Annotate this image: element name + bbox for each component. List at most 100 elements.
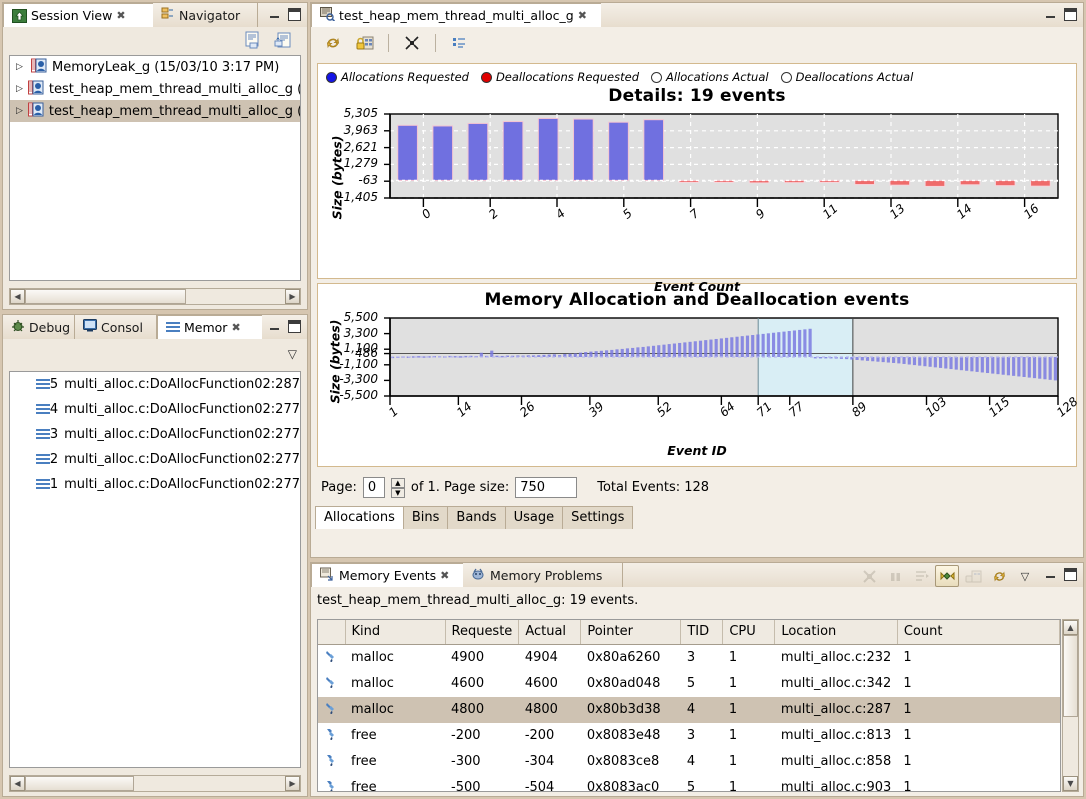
tab-debug[interactable]: Debug: [3, 315, 75, 339]
legend-swatch-deallocations-requested: [481, 72, 492, 83]
expand-arrow-icon[interactable]: ▷: [16, 62, 26, 72]
scroll-thumb[interactable]: [1063, 635, 1078, 717]
header-row: Kind Requeste Actual Pointer TID CPU Loc…: [318, 620, 1060, 644]
table-row[interactable]: free-300-3040x8083ce841multi_alloc.c:858…: [318, 749, 1060, 775]
session-node-icon: [31, 58, 47, 77]
tab-usage[interactable]: Usage: [505, 506, 564, 529]
tab-settings[interactable]: Settings: [562, 506, 633, 529]
minimize-view-button[interactable]: [1044, 568, 1057, 581]
events-tabbar: Memory Events ✖ Memory Problems: [311, 563, 1083, 587]
tab-bands[interactable]: Bands: [447, 506, 505, 529]
col-icon[interactable]: [318, 620, 345, 644]
tab-heap-editor[interactable]: test_heap_mem_thread_multi_alloc_g ✖: [311, 3, 601, 27]
list-item[interactable]: 2 multi_alloc.c:DoAllocFunction02:277: [10, 447, 300, 472]
list-properties-icon[interactable]: [447, 32, 471, 54]
col-cpu[interactable]: CPU: [723, 620, 775, 644]
import-session-icon[interactable]: [241, 29, 265, 51]
close-icon[interactable]: ✖: [116, 9, 125, 22]
scroll-down-button[interactable]: ▼: [1063, 776, 1078, 791]
scroll-thumb[interactable]: [25, 776, 134, 791]
events-table[interactable]: Kind Requeste Actual Pointer TID CPU Loc…: [317, 619, 1061, 792]
list-item[interactable]: 4 multi_alloc.c:DoAllocFunction02:277: [10, 397, 300, 422]
close-icon[interactable]: ✖: [440, 569, 449, 582]
lock-columns-icon[interactable]: [353, 32, 377, 54]
tree-item-0[interactable]: ▷ MemoryLeak_g (15/03/10 3:17 PM): [10, 56, 300, 78]
table-row[interactable]: malloc460046000x80ad04851multi_alloc.c:3…: [318, 671, 1060, 697]
page-number-input[interactable]: [363, 477, 385, 498]
close-icon[interactable]: ✖: [578, 9, 587, 22]
col-location[interactable]: Location: [775, 620, 898, 644]
col-tid[interactable]: TID: [681, 620, 723, 644]
lock-columns-icon[interactable]: [961, 565, 985, 587]
col-actual[interactable]: Actual: [519, 620, 581, 644]
scroll-right-button[interactable]: ▶: [285, 289, 300, 304]
session-tree-hscrollbar[interactable]: ◀ ▶: [9, 288, 301, 305]
link-selection-icon[interactable]: [935, 565, 959, 587]
tree-item-2[interactable]: ▷ test_heap_mem_thread_multi_alloc_g (1: [10, 100, 300, 122]
view-menu-icon[interactable]: ▽: [1013, 565, 1037, 587]
tab-console[interactable]: Consol: [75, 315, 157, 339]
chart-canvas[interactable]: [318, 106, 1063, 261]
tab-memory-events[interactable]: Memory Events ✖: [311, 563, 463, 587]
export-session-icon[interactable]: [271, 29, 295, 51]
col-requested[interactable]: Requeste: [445, 620, 519, 644]
col-pointer[interactable]: Pointer: [581, 620, 681, 644]
minimize-editor-button[interactable]: [1044, 8, 1057, 21]
tab-allocations[interactable]: Allocations: [315, 506, 404, 529]
scroll-up-button[interactable]: ▲: [1063, 620, 1078, 635]
maximize-view-button[interactable]: [288, 8, 301, 21]
legend-item-2[interactable]: Allocations Actual: [651, 70, 769, 84]
table-row[interactable]: malloc480048000x80b3d3841multi_alloc.c:2…: [318, 697, 1060, 723]
minimize-view-button[interactable]: [268, 320, 281, 333]
scroll-thumb[interactable]: [25, 289, 186, 304]
scroll-left-button[interactable]: ◀: [10, 289, 25, 304]
list-item[interactable]: 1 multi_alloc.c:DoAllocFunction02:277: [10, 472, 300, 497]
tab-navigator[interactable]: Navigator: [153, 3, 258, 27]
maximize-view-button[interactable]: [1064, 568, 1077, 581]
col-kind[interactable]: Kind: [345, 620, 445, 644]
minimize-view-button[interactable]: [268, 8, 281, 21]
list-item-label: multi_alloc.c:DoAllocFunction02:287: [64, 377, 300, 392]
row-count: 1: [897, 671, 1059, 697]
close-icon[interactable]: ✖: [231, 321, 240, 334]
filter-icon[interactable]: [909, 565, 933, 587]
row-actual: -504: [519, 775, 581, 793]
expand-arrow-icon[interactable]: ▷: [16, 84, 23, 94]
list-item[interactable]: 5 multi_alloc.c:DoAllocFunction02:287: [10, 372, 300, 397]
row-actual: 4904: [519, 644, 581, 671]
clear-icon[interactable]: [857, 565, 881, 587]
tree-item-1[interactable]: ▷ test_heap_mem_thread_multi_alloc_g (1: [10, 78, 300, 100]
list-item[interactable]: 3 multi_alloc.c:DoAllocFunction02:277: [10, 422, 300, 447]
scroll-right-button[interactable]: ▶: [285, 776, 300, 791]
page-increment-button[interactable]: ▲: [391, 478, 405, 488]
events-table-vscrollbar[interactable]: ▲ ▼: [1062, 619, 1079, 792]
session-tree[interactable]: ▷ MemoryLeak_g (15/03/10 3:17 PM) ▷ test…: [9, 55, 301, 281]
maximize-view-button[interactable]: [288, 320, 301, 333]
y-tick-label: -5,500: [318, 388, 378, 402]
tab-bins[interactable]: Bins: [403, 506, 449, 529]
refresh-icon[interactable]: [321, 32, 345, 54]
tab-session-view[interactable]: Session View ✖: [3, 3, 153, 27]
legend-item-1[interactable]: Deallocations Requested: [481, 70, 639, 84]
page-decrement-button[interactable]: ▼: [391, 488, 405, 498]
legend-item-3[interactable]: Deallocations Actual: [781, 70, 914, 84]
pause-icon[interactable]: [883, 565, 907, 587]
memory-list-hscrollbar[interactable]: ◀ ▶: [9, 775, 301, 792]
view-menu-icon[interactable]: ▽: [288, 347, 297, 361]
table-row[interactable]: free-200-2000x8083e4831multi_alloc.c:813…: [318, 723, 1060, 749]
tab-memory[interactable]: Memor ✖: [157, 315, 262, 339]
chart-canvas[interactable]: [318, 314, 1063, 419]
table-row[interactable]: malloc490049040x80a626031multi_alloc.c:2…: [318, 644, 1060, 671]
page-number-stepper[interactable]: ▲ ▼: [391, 478, 405, 498]
page-size-input[interactable]: [515, 477, 577, 498]
expand-arrow-icon[interactable]: ▷: [16, 106, 23, 116]
collapse-marker-icon[interactable]: [400, 32, 424, 54]
scroll-left-button[interactable]: ◀: [10, 776, 25, 791]
tab-memory-problems[interactable]: Memory Problems: [463, 563, 623, 587]
table-row[interactable]: free-500-5040x8083ac051multi_alloc.c:903…: [318, 775, 1060, 793]
legend-item-0[interactable]: Allocations Requested: [326, 70, 469, 84]
memory-list[interactable]: 5 multi_alloc.c:DoAllocFunction02:287 4 …: [9, 371, 301, 768]
maximize-editor-button[interactable]: [1064, 8, 1077, 21]
refresh-icon[interactable]: [987, 565, 1011, 587]
col-count[interactable]: Count: [897, 620, 1059, 644]
